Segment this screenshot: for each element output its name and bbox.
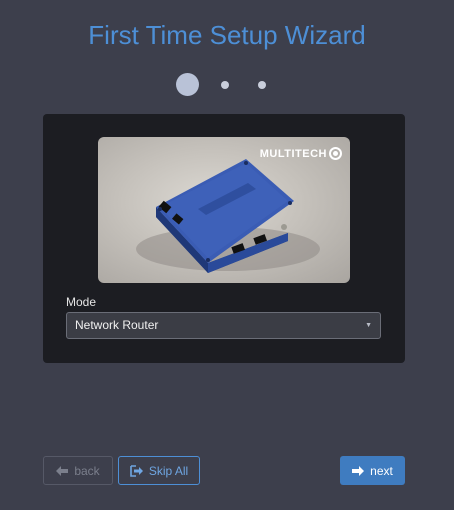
step-dot-3 bbox=[258, 81, 266, 89]
skip-all-label: Skip All bbox=[148, 463, 189, 478]
back-label: back bbox=[74, 463, 100, 478]
multitech-logo: MULTITECH bbox=[260, 147, 342, 160]
arrow-right-icon bbox=[352, 465, 365, 476]
arrow-left-icon bbox=[56, 465, 69, 476]
mode-label: Mode bbox=[66, 295, 97, 309]
setup-panel: MULTITECH Mode Network Router ▼ bbox=[43, 114, 405, 363]
next-label: next bbox=[370, 463, 393, 478]
mode-selected-value: Network Router bbox=[75, 318, 159, 332]
device-image: MULTITECH bbox=[98, 137, 350, 283]
circle-logo-icon bbox=[329, 147, 342, 160]
step-indicator bbox=[0, 73, 454, 97]
page-title: First Time Setup Wizard bbox=[88, 20, 366, 50]
sign-out-icon bbox=[130, 464, 143, 477]
step-dot-1-active bbox=[176, 73, 199, 96]
step-dot-2 bbox=[221, 81, 229, 89]
logo-text: MULTITECH bbox=[259, 147, 327, 160]
back-button[interactable]: back bbox=[43, 456, 113, 485]
chevron-down-icon: ▼ bbox=[365, 322, 372, 329]
next-button[interactable]: next bbox=[340, 456, 405, 485]
skip-all-button[interactable]: Skip All bbox=[118, 456, 200, 485]
mode-select[interactable]: Network Router ▼ bbox=[66, 312, 381, 339]
